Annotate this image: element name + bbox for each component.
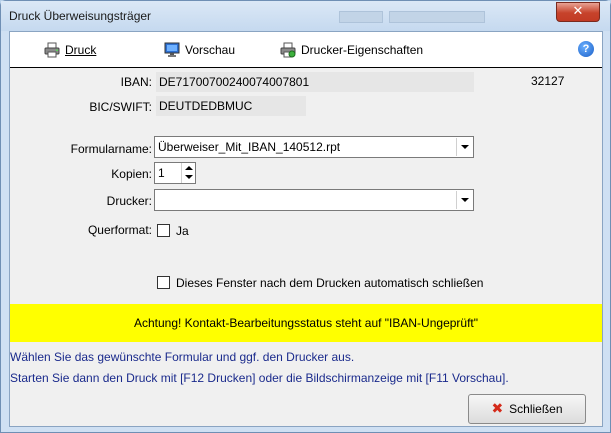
bic-value: DEUTDEDBMUC (156, 96, 306, 116)
formname-label: Formularname: (70, 142, 152, 156)
help-icon[interactable]: ? (578, 41, 594, 57)
printer-settings-icon (280, 42, 296, 58)
copies-stepper[interactable]: 1 (154, 162, 196, 184)
window-close-button[interactable]: ✕ (556, 2, 600, 22)
copies-value: 1 (158, 166, 165, 180)
formname-value: Überweiser_Mit_IBAN_140512.rpt (158, 140, 341, 154)
title-bar[interactable]: Druck Überweisungsträger ✕ (1, 1, 610, 31)
preview-label: Vorschau (185, 43, 236, 57)
account-number: 32127 (531, 74, 565, 88)
chevron-down-icon[interactable] (456, 191, 472, 209)
toolbar: Druck Vorschau Drucker-Eigenschaften ? (10, 32, 602, 68)
chevron-up-icon[interactable] (185, 166, 193, 170)
printer-properties-button[interactable]: Drucker-Eigenschaften (280, 40, 423, 60)
status-warning-banner: Achtung! Kontakt-Bearbeitungsstatus steh… (10, 304, 602, 342)
background-window-field (389, 11, 485, 23)
print-dialog-window: Druck Überweisungsträger ✕ Druck Vorscha… (0, 0, 611, 433)
autoclose-checkbox[interactable] (157, 276, 170, 289)
stepper-buttons[interactable] (181, 163, 195, 183)
monitor-icon (164, 42, 180, 58)
close-icon: ✖ (491, 401, 504, 417)
dialog-client-area: Druck Vorschau Drucker-Eigenschaften ? I… (9, 31, 603, 427)
close-dialog-label: Schließen (509, 402, 563, 416)
bic-label: BIC/SWIFT: (89, 100, 152, 114)
preview-button[interactable]: Vorschau (164, 40, 235, 60)
formname-select[interactable]: Überweiser_Mit_IBAN_140512.rpt (154, 136, 474, 158)
iban-value: DE71700700240074007801 (156, 72, 474, 92)
printer-label: Drucker: (106, 194, 152, 208)
window-title: Druck Überweisungsträger (9, 9, 152, 23)
landscape-option-label: Ja (176, 224, 189, 238)
info-line-1: Wählen Sie das gewünschte Formular und g… (10, 350, 355, 364)
iban-label: IBAN: (120, 75, 152, 89)
printer-properties-label: Drucker-Eigenschaften (301, 43, 424, 57)
landscape-checkbox[interactable] (157, 224, 170, 237)
chevron-down-icon[interactable] (185, 175, 193, 179)
info-line-2: Starten Sie dann den Druck mit [F12 Druc… (10, 371, 509, 385)
background-window-field (339, 11, 383, 23)
print-button[interactable]: Druck (44, 40, 96, 60)
print-label: Druck (65, 43, 97, 57)
chevron-down-icon[interactable] (456, 138, 472, 156)
printer-icon (44, 42, 60, 58)
copies-label: Kopien: (111, 167, 152, 181)
printer-select[interactable] (154, 189, 474, 211)
close-dialog-button[interactable]: ✖ Schließen (468, 394, 586, 424)
landscape-label: Querformat: (87, 223, 152, 237)
autoclose-label: Dieses Fenster nach dem Drucken automati… (176, 276, 484, 290)
